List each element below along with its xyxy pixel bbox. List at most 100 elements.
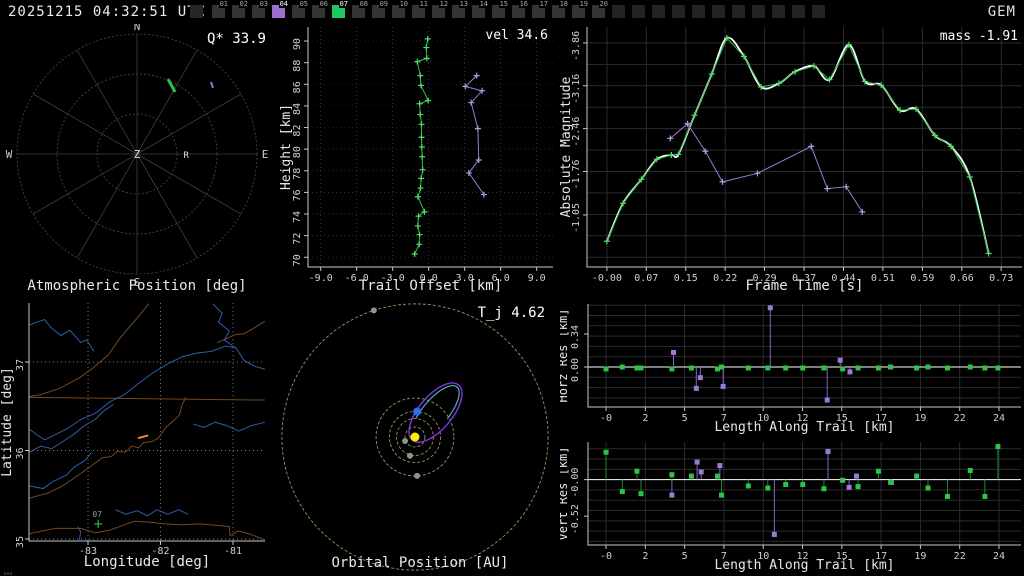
grid [308, 27, 553, 267]
grid [587, 20, 1022, 267]
frame-box-02[interactable]: 02 [232, 0, 249, 18]
grid [588, 304, 1021, 407]
frame-box-empty[interactable] [812, 5, 825, 18]
panel-horz-res: -0 2 5 7 10 12 15 17 19 22 24 0.00 0.34 Length Along … [556, 300, 1024, 438]
svg-text:T_j 4.62: T_j 4.62 [478, 305, 545, 321]
frame-box-19[interactable]: 19 [572, 0, 589, 18]
frame-box-09[interactable]: 09 [372, 0, 389, 18]
svg-text:Orbital Position [AU]: Orbital Position [AU] [331, 555, 508, 571]
svg-text:0.22: 0.22 [713, 273, 737, 284]
frame-box-01[interactable]: 01 [212, 0, 229, 18]
svg-text:-9.0: -9.0 [309, 273, 333, 284]
frame-box-empty[interactable] [692, 5, 705, 18]
frame-box-20[interactable]: 20 [592, 0, 609, 18]
frame-box-empty[interactable] [712, 5, 725, 18]
frame-box-03[interactable]: 03 [252, 0, 269, 18]
svg-text:E: E [262, 148, 269, 161]
shower-code-badge: GEM [987, 4, 1016, 20]
svg-text:Length Along Trail [km]: Length Along Trail [km] [714, 558, 894, 573]
meteoroid-orbit [408, 382, 463, 443]
jupiter-marker [370, 307, 377, 314]
frame-box-18[interactable]: 18 [552, 0, 569, 18]
frame-box-06[interactable]: 06 [312, 0, 329, 18]
svg-text:Horz Res [km]: Horz Res [km] [560, 309, 570, 403]
sun-marker [410, 432, 420, 442]
frame-box-12[interactable]: 12 [432, 0, 449, 18]
green-residuals [603, 444, 1001, 499]
svg-text:90: 90 [292, 38, 303, 50]
utc-timestamp: 20251215 04:32:51 UTC [8, 4, 207, 20]
purple-residuals [669, 448, 894, 537]
svg-text:-0.00: -0.00 [570, 468, 581, 498]
meteor-analysis-window: 20251215 04:32:51 UTC 01 02 03 04 05 06 07 08 09… [0, 0, 1024, 576]
svg-text:07: 07 [92, 510, 102, 519]
station-07-trail [166, 78, 177, 93]
frame-box-blank[interactable] [190, 5, 203, 18]
frame-box-empty[interactable] [612, 5, 625, 18]
svg-text:vel 34.6: vel 34.6 [485, 28, 548, 43]
frame-box-empty[interactable] [732, 5, 745, 18]
svg-text:86: 86 [292, 81, 303, 93]
panel-ground-map: 07 -83 -82 -81 35 36 37 Longitude [deg] Latitude… [0, 300, 280, 576]
svg-text:Height [km]: Height [km] [280, 104, 294, 190]
smooth-fit-line [606, 36, 990, 254]
svg-text:37: 37 [15, 359, 26, 371]
status-bar: 20251215 04:32:51 UTC 01 02 03 04 05 06 07 08 09… [0, 0, 1024, 24]
axes: -0 2 5 7 10 12 15 17 19 22 24-0.00-0.52Length Alon… [556, 442, 1021, 573]
frame-box-10[interactable]: 10 [392, 0, 409, 18]
svg-text:Vert Res [km]: Vert Res [km] [560, 447, 570, 541]
frame-box-13[interactable]: 13 [452, 0, 469, 18]
svg-text:24: 24 [993, 551, 1005, 562]
frame-box-08[interactable]: 08 [352, 0, 369, 18]
purple-series [462, 72, 487, 198]
frame-box-11[interactable]: 11 [412, 0, 429, 18]
trail-offset-plot: -9.0 -6.0 -3.0 0.0 3.0 6.0 9.07072747678808284… [279, 27, 553, 294]
svg-text:88: 88 [292, 60, 303, 72]
frame-box-15[interactable]: 15 [492, 0, 509, 18]
svg-text:24: 24 [993, 413, 1005, 424]
green-residuals [603, 364, 1001, 372]
venus-marker [406, 452, 413, 459]
svg-text:-0: -0 [600, 413, 612, 424]
svg-text:9.0: 9.0 [528, 273, 546, 284]
frame-box-16[interactable]: 16 [512, 0, 529, 18]
frame-box-17[interactable]: 17 [532, 0, 549, 18]
svg-text:Atmospheric Position [deg]: Atmospheric Position [deg] [27, 278, 246, 294]
svg-text:5: 5 [682, 413, 688, 424]
svg-text:2: 2 [642, 413, 648, 424]
state-borders [29, 303, 266, 541]
axes: -0.00 0.07 0.15 0.22 0.29 0.37 0.44 0.51 0.59 0.6… [559, 27, 1022, 294]
frame-box-14[interactable]: 14 [472, 0, 489, 18]
svg-text:5: 5 [682, 551, 688, 562]
svg-text:19: 19 [914, 413, 926, 424]
svg-text:0.34: 0.34 [570, 325, 581, 349]
svg-text:Latitude [deg]: Latitude [deg] [0, 367, 15, 477]
frame-box-04[interactable]: 04 [272, 0, 289, 18]
frame-box-empty[interactable] [632, 5, 645, 18]
panel-vert-res: -0 2 5 7 10 12 15 17 19 22 24 -0.00 -0.52 Length Alon… [556, 438, 1024, 576]
frame-box-empty[interactable] [772, 5, 785, 18]
frame-box-empty[interactable] [652, 5, 665, 18]
svg-text:0.59: 0.59 [910, 273, 934, 284]
svg-text:R: R [183, 151, 189, 161]
frame-box-empty[interactable] [752, 5, 765, 18]
svg-text:2: 2 [642, 551, 648, 562]
frame-box-05[interactable]: 05 [292, 0, 309, 18]
frame-box-empty[interactable] [672, 5, 685, 18]
corner-watermark [4, 560, 17, 575]
svg-text:Longitude [deg]: Longitude [deg] [84, 554, 210, 570]
svg-text:-81: -81 [224, 546, 242, 557]
frame-box-07[interactable]: 07 [332, 0, 349, 18]
svg-text:0.73: 0.73 [989, 273, 1013, 284]
green-series [603, 35, 992, 257]
panel-atmospheric-position: N S W E Z R Q* 33.9 Atmospheric Position [deg] [0, 20, 280, 300]
panel-trail-offset: -9.0 -6.0 -3.0 0.0 3.0 6.0 9.0 70 72 74 76 78 80 82 84… [279, 24, 560, 300]
mercury-marker [402, 438, 409, 445]
frame-box-empty[interactable] [792, 5, 805, 18]
svg-text:22: 22 [954, 413, 966, 424]
panel-orbit: T_j 4.62 Orbital Position [AU] [280, 300, 560, 576]
green-series [411, 35, 432, 258]
rivers [29, 303, 266, 540]
svg-text:36: 36 [15, 447, 26, 459]
purple-series [667, 120, 866, 215]
